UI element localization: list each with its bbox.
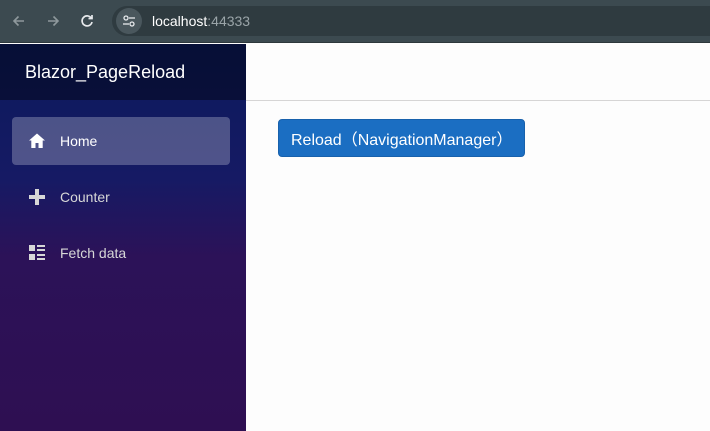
sidebar-item-label: Counter	[60, 189, 110, 205]
main-content: Reload（NavigationManager）	[246, 101, 710, 431]
home-icon	[27, 131, 47, 151]
arrow-left-icon	[12, 15, 24, 27]
brand-link[interactable]: Blazor_PageReload	[25, 62, 185, 83]
url-text: localhost:44333	[152, 13, 250, 29]
browser-toolbar: localhost:44333	[0, 0, 710, 43]
reload-navigation-manager-button[interactable]: Reload（NavigationManager）	[278, 119, 525, 157]
sidebar-item-home[interactable]: Home	[12, 117, 230, 165]
forward-button[interactable]	[38, 6, 68, 36]
site-info-button[interactable]	[116, 8, 142, 34]
sidebar-item-label: Fetch data	[60, 245, 127, 261]
sidebar-item-label: Home	[60, 133, 98, 149]
sidebar: Blazor_PageReload Home Counter Fetch dat…	[0, 44, 246, 431]
sidebar-item-counter[interactable]: Counter	[12, 173, 230, 221]
nav-menu: Home Counter Fetch data	[0, 100, 246, 277]
tune-icon	[123, 15, 135, 27]
sidebar-item-fetch-data[interactable]: Fetch data	[12, 229, 230, 277]
url-host: localhost	[152, 13, 208, 29]
sidebar-header: Blazor_PageReload	[0, 44, 246, 100]
reload-button[interactable]	[72, 6, 102, 36]
top-row	[246, 44, 710, 101]
url-port: :44333	[207, 13, 251, 29]
back-button[interactable]	[4, 6, 34, 36]
reload-icon	[81, 15, 93, 27]
plus-icon	[27, 187, 47, 207]
list-rich-icon	[27, 243, 47, 263]
arrow-right-icon	[48, 15, 60, 27]
address-bar[interactable]: localhost:44333	[112, 6, 710, 36]
